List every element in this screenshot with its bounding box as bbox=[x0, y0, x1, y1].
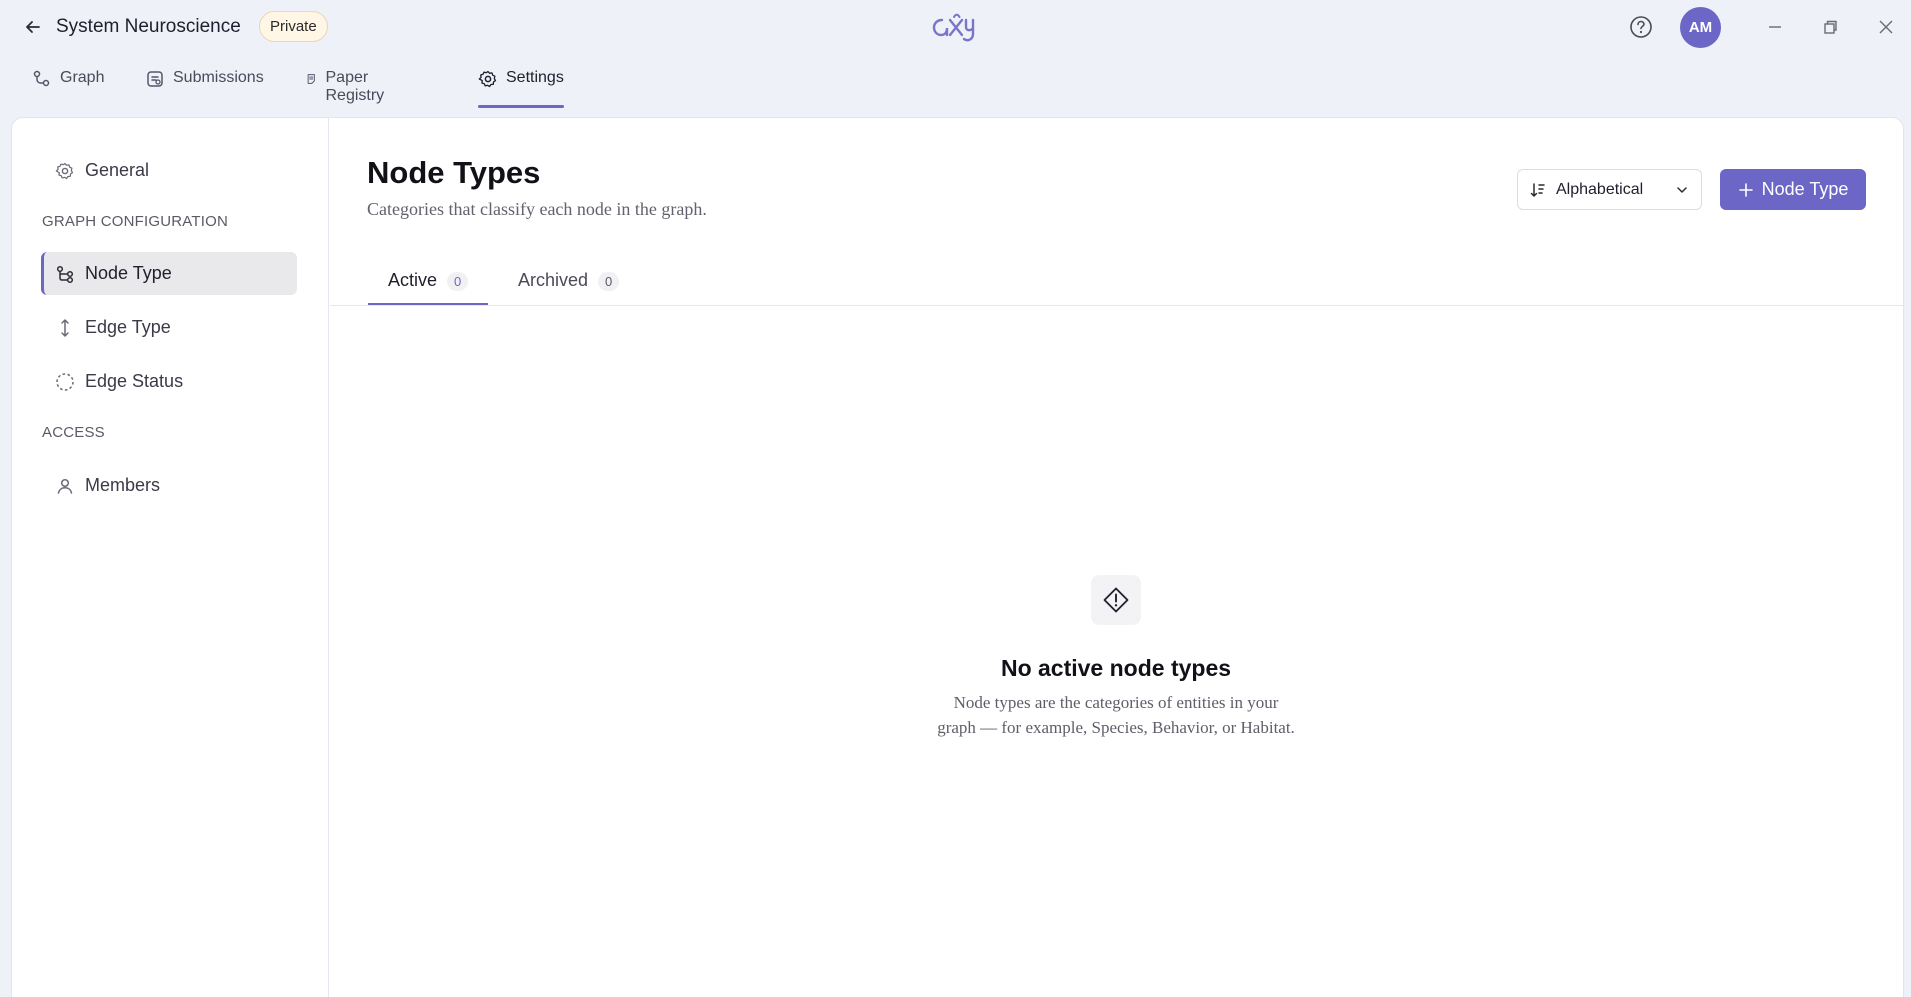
alert-diamond-icon bbox=[1091, 575, 1141, 625]
tab-settings[interactable]: Settings bbox=[478, 64, 564, 108]
chevron-down-icon bbox=[1677, 186, 1687, 193]
sidebar-item-node-type[interactable]: Node Type bbox=[41, 252, 297, 295]
sidebar-item-general-label: General bbox=[85, 160, 150, 180]
sidebar-item-edge-type[interactable]: Edge Type bbox=[41, 306, 297, 349]
tab-submissions[interactable]: Submissions bbox=[145, 64, 264, 108]
paper-icon bbox=[307, 74, 315, 84]
members-icon bbox=[57, 478, 73, 494]
sidebar-item-edge-status[interactable]: Edge Status bbox=[41, 360, 297, 403]
page-subtitle: Categories that classify each node in th… bbox=[367, 199, 707, 219]
tab-submissions-label: Submissions bbox=[173, 69, 264, 86]
gear-icon bbox=[55, 162, 74, 179]
sidebar-item-members[interactable]: Members bbox=[41, 464, 297, 507]
sidebar-item-members-label: Members bbox=[85, 475, 161, 495]
axy-logo bbox=[928, 6, 988, 46]
sort-icon bbox=[1530, 182, 1545, 197]
edge-status-icon bbox=[56, 372, 74, 391]
tab-active-label: Active bbox=[388, 270, 438, 290]
empty-state-description: Node types are the categories of entitie… bbox=[916, 690, 1316, 740]
project-title: System Neuroscience bbox=[56, 16, 241, 37]
add-node-type-button[interactable]: Node Type bbox=[1720, 169, 1866, 210]
tab-active-count: 0 bbox=[447, 272, 469, 291]
tab-active[interactable]: Active 0 bbox=[368, 264, 489, 306]
close-icon[interactable] bbox=[1874, 15, 1898, 39]
graph-icon bbox=[33, 70, 50, 87]
gear-icon bbox=[478, 70, 497, 88]
tab-settings-label: Settings bbox=[506, 69, 564, 86]
tab-graph-label: Graph bbox=[60, 69, 105, 86]
tab-graph[interactable]: Graph bbox=[32, 64, 104, 108]
empty-desc-line-1: Node types are the categories of entitie… bbox=[953, 693, 1279, 712]
restore-icon[interactable] bbox=[1818, 15, 1842, 39]
settings-sidebar: General GRAPH CONFIGURATION Node Type Ed… bbox=[11, 117, 329, 997]
sidebar-item-node-type-label: Node Type bbox=[85, 263, 172, 283]
visibility-badge: Private bbox=[259, 11, 328, 42]
back-arrow-icon[interactable] bbox=[20, 14, 46, 40]
sort-dropdown[interactable]: Alphabetical bbox=[1517, 169, 1702, 210]
tabs-divider bbox=[330, 305, 1903, 306]
submissions-icon bbox=[147, 71, 163, 87]
user-avatar[interactable]: AM bbox=[1680, 7, 1721, 48]
section-access: ACCESS bbox=[42, 424, 105, 441]
tab-archived-count: 0 bbox=[598, 272, 620, 291]
sidebar-item-general[interactable]: General bbox=[41, 149, 297, 192]
page-title: Node Types bbox=[367, 155, 541, 190]
edge-type-icon bbox=[61, 318, 69, 337]
title-bar: System Neuroscience Private AM bbox=[0, 0, 1911, 54]
sidebar-item-edge-type-label: Edge Type bbox=[85, 317, 171, 337]
sort-dropdown-value: Alphabetical bbox=[1556, 180, 1644, 198]
tab-paper-registry[interactable]: Paper Registry bbox=[305, 64, 392, 108]
tab-archived-label: Archived bbox=[518, 270, 589, 290]
help-icon[interactable] bbox=[1628, 14, 1654, 40]
plus-icon bbox=[1738, 182, 1753, 197]
tab-paper-registry-label: Paper Registry bbox=[325, 69, 385, 104]
add-node-type-label: Node Type bbox=[1761, 179, 1849, 199]
empty-state-title: No active node types bbox=[1000, 655, 1232, 681]
node-type-icon bbox=[56, 265, 74, 283]
sidebar-item-edge-status-label: Edge Status bbox=[85, 371, 184, 391]
section-graph-configuration: GRAPH CONFIGURATION bbox=[42, 213, 229, 230]
empty-desc-line-2: graph — for example, Species, Behavior, … bbox=[937, 718, 1295, 737]
minimize-icon[interactable] bbox=[1763, 15, 1787, 39]
tab-archived[interactable]: Archived 0 bbox=[498, 264, 639, 306]
